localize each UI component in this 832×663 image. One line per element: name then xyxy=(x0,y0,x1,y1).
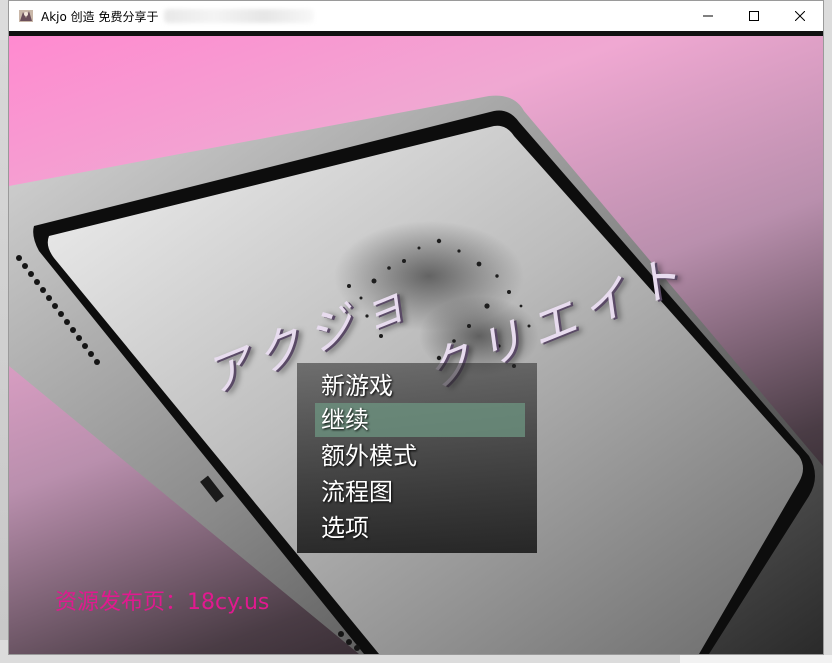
close-button[interactable] xyxy=(777,1,823,31)
title-bar[interactable]: Akjo 创造 免费分享于 xyxy=(9,1,823,31)
menu-item-continue[interactable]: 继续 xyxy=(315,403,525,437)
menu-item-flowchart[interactable]: 流程图 xyxy=(321,475,393,509)
game-screen[interactable]: アクジョ クリエイト 新游戏 继续 额外模式 流程图 选项 资源发布页：18cy… xyxy=(9,31,823,654)
game-window: Akjo 创造 免费分享于 アクジョ クリエイト 新游戏 继续 额外模式 流程图… xyxy=(8,0,824,655)
maximize-button[interactable] xyxy=(731,1,777,31)
window-controls xyxy=(685,1,823,31)
minimize-icon xyxy=(703,15,713,17)
menu-item-options[interactable]: 选项 xyxy=(321,511,369,545)
minimize-button[interactable] xyxy=(685,1,731,31)
window-title: Akjo 创造 免费分享于 xyxy=(41,9,159,24)
close-icon xyxy=(795,11,805,21)
title-redaction xyxy=(164,9,315,23)
app-icon xyxy=(18,8,34,24)
title-menu: 新游戏 继续 额外模式 流程图 选项 xyxy=(297,363,537,553)
desktop-background-bottom xyxy=(680,655,832,663)
desktop-background-strip xyxy=(0,40,8,640)
source-watermark-text: 资源发布页：18cy.us xyxy=(55,590,270,615)
menu-item-new-game[interactable]: 新游戏 xyxy=(321,369,393,403)
maximize-icon xyxy=(749,11,759,21)
menu-item-extra-mode[interactable]: 额外模式 xyxy=(321,439,417,473)
